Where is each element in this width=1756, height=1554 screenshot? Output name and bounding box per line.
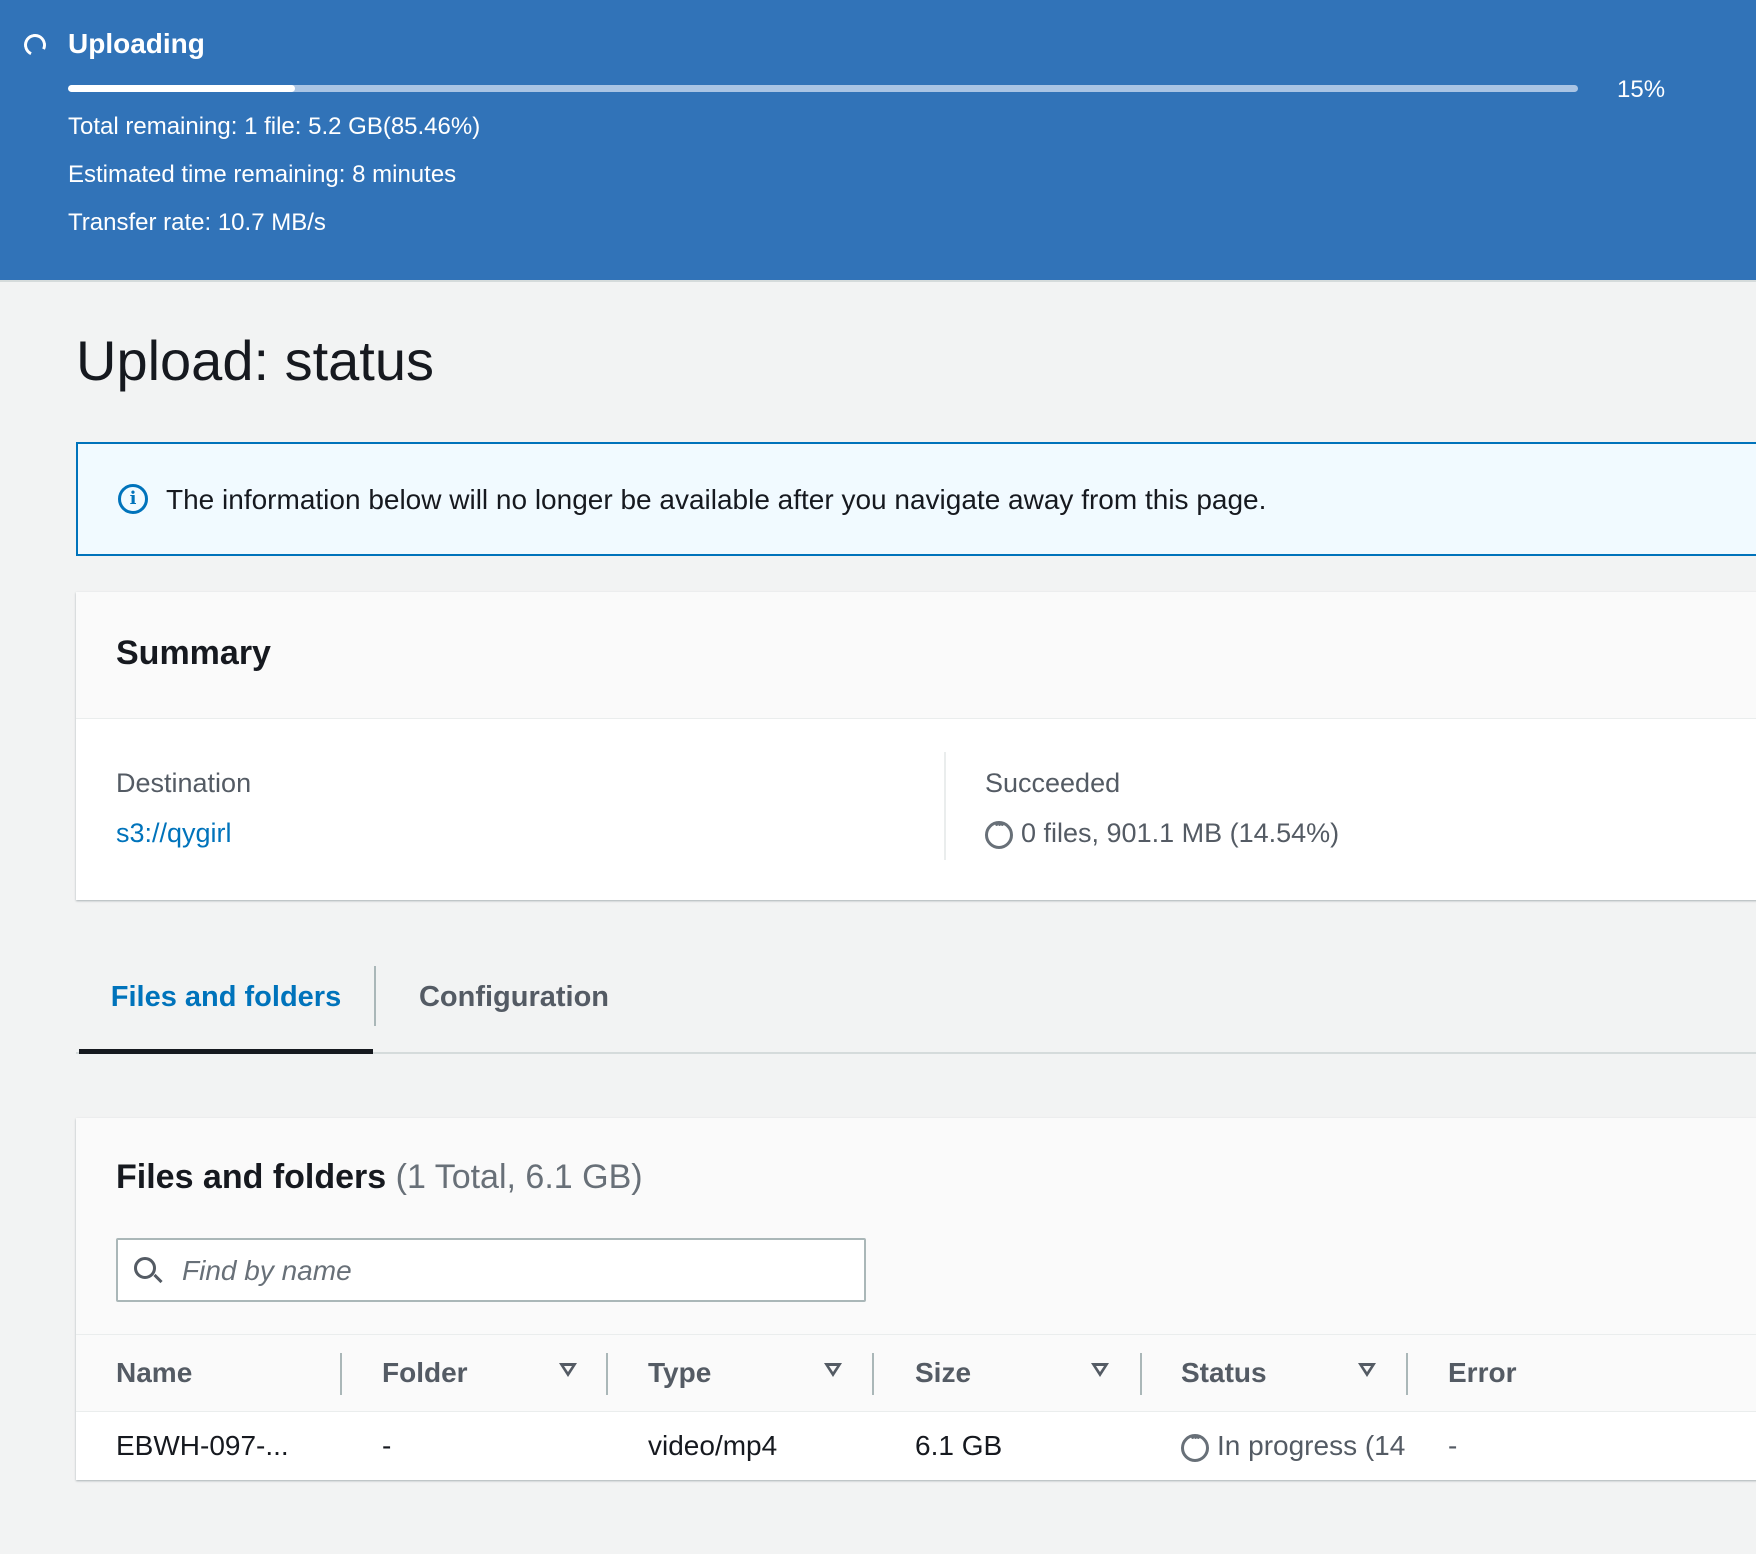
column-header-size[interactable]: Size	[915, 1357, 971, 1389]
cell-status-text: In progress (14	[1217, 1430, 1406, 1461]
table-header: Name Folder Type Size Status Error	[76, 1334, 1756, 1412]
succeeded-label: Succeeded	[985, 768, 1121, 798]
column-header-error[interactable]: Error	[1448, 1357, 1516, 1389]
search-icon	[134, 1257, 156, 1279]
summary-header: Summary	[76, 592, 1756, 719]
page-title: Upload: status	[76, 329, 434, 392]
summary-column-divider	[944, 752, 946, 860]
column-header-status[interactable]: Status	[1181, 1357, 1267, 1389]
tab-files-and-folders[interactable]: Files and folders	[79, 960, 373, 1054]
search-box	[116, 1238, 866, 1302]
column-resizer[interactable]	[606, 1353, 608, 1395]
sort-icon[interactable]	[559, 1363, 577, 1377]
upload-progress-banner: Uploading 15% Total remaining: 1 file: 5…	[0, 0, 1756, 282]
destination-link[interactable]: s3://qygirl	[116, 818, 232, 849]
estimated-time-remaining: Estimated time remaining: 8 minutes	[68, 161, 457, 188]
column-header-name[interactable]: Name	[116, 1357, 192, 1389]
cell-status: In progress (14	[1181, 1430, 1405, 1462]
column-resizer[interactable]	[340, 1353, 342, 1395]
cell-name: EBWH-097-...	[116, 1430, 289, 1461]
progress-bar	[68, 85, 1578, 92]
files-header: Files and folders (1 Total, 6.1 GB)	[76, 1118, 1756, 1334]
files-count: (1 Total, 6.1 GB)	[395, 1158, 643, 1196]
succeeded-value-wrap: 0 files, 901.1 MB (14.54%)	[985, 818, 1339, 849]
total-remaining: Total remaining: 1 file: 5.2 GB(85.46%)	[68, 113, 481, 140]
column-resizer[interactable]	[1140, 1353, 1142, 1395]
loading-spinner-icon	[20, 30, 50, 60]
files-and-folders-card: Files and folders (1 Total, 6.1 GB) Name…	[76, 1118, 1756, 1480]
progress-percent: 15%	[1617, 76, 1666, 103]
files-title: Files and folders	[116, 1158, 387, 1196]
in-progress-icon	[1181, 1432, 1209, 1462]
column-resizer[interactable]	[1406, 1353, 1408, 1395]
cell-folder: -	[382, 1430, 392, 1461]
info-alert-text: The information below will no longer be …	[166, 484, 1267, 515]
transfer-rate: Transfer rate: 10.7 MB/s	[68, 209, 326, 236]
cell-size: 6.1 GB	[915, 1430, 1003, 1461]
sort-icon[interactable]	[1091, 1363, 1109, 1377]
destination-label: Destination	[116, 768, 252, 798]
succeeded-value: 0 files, 901.1 MB (14.54%)	[1021, 818, 1340, 848]
summary-title: Summary	[116, 634, 271, 672]
tab-configuration[interactable]: Configuration	[378, 960, 650, 1052]
sort-icon[interactable]	[1358, 1363, 1376, 1377]
cell-type: video/mp4	[648, 1430, 778, 1461]
tab-separator	[374, 966, 376, 1026]
info-alert: i The information below will no longer b…	[76, 442, 1756, 556]
cell-error: -	[1448, 1430, 1458, 1461]
banner-title: Uploading	[68, 28, 205, 59]
summary-card: Summary Destination s3://qygirl Succeede…	[76, 592, 1756, 900]
tab-bar: Files and folders Configuration	[76, 960, 1756, 1054]
info-icon: i	[118, 484, 148, 514]
table-row[interactable]: EBWH-097-... - video/mp4 6.1 GB In progr…	[76, 1412, 1756, 1480]
column-resizer[interactable]	[872, 1353, 874, 1395]
search-input[interactable]	[180, 1240, 844, 1302]
column-header-type[interactable]: Type	[648, 1357, 711, 1389]
progress-bar-fill	[68, 85, 295, 92]
files-title-wrap: Files and folders (1 Total, 6.1 GB)	[116, 1158, 643, 1197]
sort-icon[interactable]	[824, 1363, 842, 1377]
column-header-folder[interactable]: Folder	[382, 1357, 468, 1389]
in-progress-icon	[985, 819, 1013, 849]
